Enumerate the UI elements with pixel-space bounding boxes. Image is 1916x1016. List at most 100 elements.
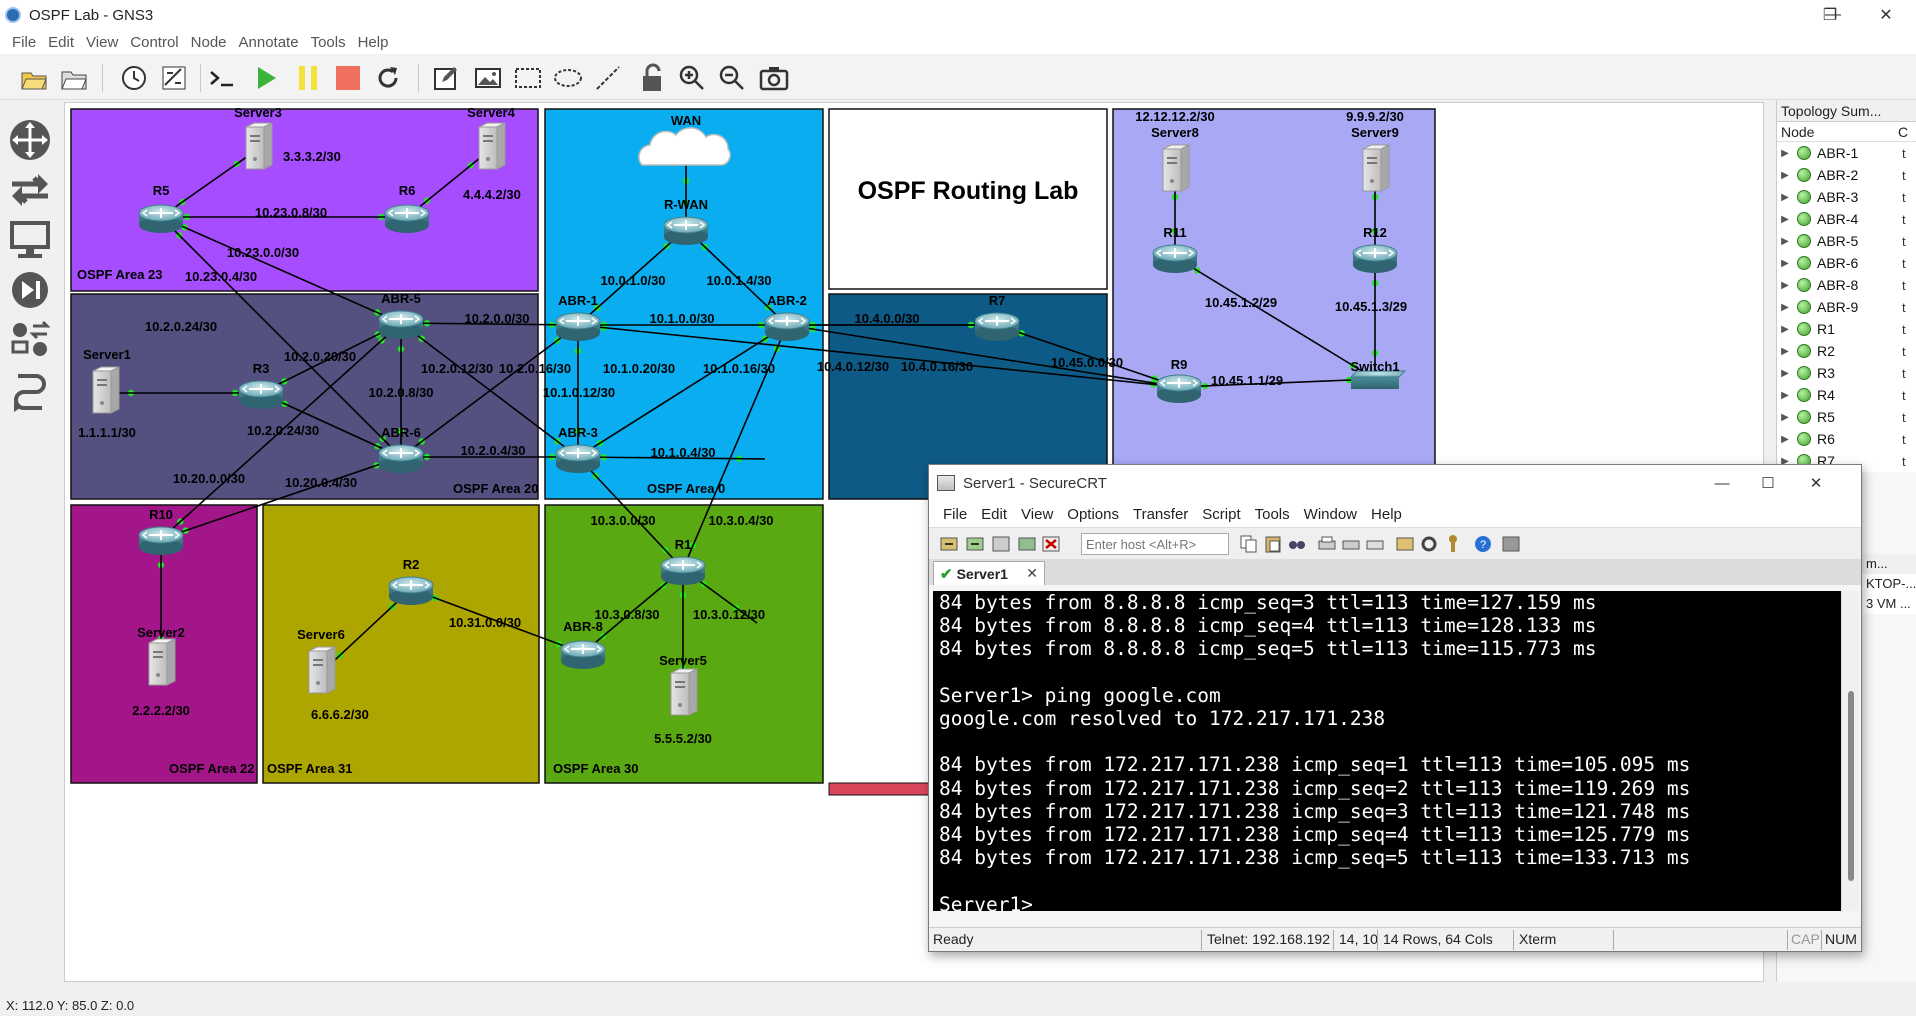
draw-line-icon[interactable] [592,62,624,94]
open-project-icon[interactable] [18,62,50,94]
summary-node-row[interactable]: ▶ ABR-3 t [1777,186,1916,208]
expand-arrow-icon[interactable]: ▶ [1777,434,1793,445]
quick-connect-icon[interactable] [965,534,985,554]
terminal-scrollbar[interactable] [1841,591,1859,911]
draw-rectangle-icon[interactable] [512,62,544,94]
expand-arrow-icon[interactable]: ▶ [1777,390,1793,401]
menu-tools[interactable]: Tools [311,34,346,51]
securecrt-menu-tools[interactable]: Tools [1255,506,1290,523]
host-input[interactable]: Enter host <Alt+R> [1081,533,1229,555]
all-devices-icon[interactable] [8,318,52,362]
summary-node-row[interactable]: ▶ R1 t [1777,318,1916,340]
expand-arrow-icon[interactable]: ▶ [1777,368,1793,379]
summary-node-row[interactable]: ▶ ABR-6 t [1777,252,1916,274]
node-abr5[interactable]: ABR-5 [378,291,424,339]
connect-in-tab-icon[interactable] [991,534,1011,554]
reconnect-icon[interactable] [1017,534,1037,554]
node-abr6[interactable]: ABR-6 [378,425,424,473]
expand-arrow-icon[interactable]: ▶ [1777,346,1793,357]
securecrt-maximize-button[interactable]: ☐ [1745,465,1791,501]
ospf-area-4[interactable]: OSPF Area 31 [262,504,540,784]
menu-view[interactable]: View [86,34,118,51]
end-devices-icon[interactable] [8,218,52,262]
start-all-icon[interactable] [250,62,282,94]
routers-icon[interactable] [8,118,52,162]
maximize-button[interactable]: ❐ [1802,0,1858,30]
global-options-icon[interactable] [1419,534,1439,554]
securecrt-menu-options[interactable]: Options [1067,506,1119,523]
expand-arrow-icon[interactable]: ▶ [1777,214,1793,225]
console-all-icon[interactable] [206,62,238,94]
zoom-in-icon[interactable] [676,62,708,94]
open-folder-icon[interactable] [58,62,90,94]
draw-ellipse-icon[interactable] [552,62,584,94]
screenshot-icon[interactable] [758,62,790,94]
summary-node-row[interactable]: ▶ ABR-1 t [1777,142,1916,164]
show-interfaces-icon[interactable] [158,62,190,94]
close-button[interactable]: ✕ [1858,0,1914,30]
node-abr2[interactable]: ABR-2 [764,293,810,341]
suspend-all-icon[interactable] [292,62,324,94]
tab-close-icon[interactable]: ✕ [1026,565,1038,582]
expand-arrow-icon[interactable]: ▶ [1777,302,1793,313]
summary-node-row[interactable]: ▶ ABR-4 t [1777,208,1916,230]
expand-arrow-icon[interactable]: ▶ [1777,280,1793,291]
snapshot-clock-icon[interactable] [118,62,150,94]
expand-arrow-icon[interactable]: ▶ [1777,236,1793,247]
lock-items-icon[interactable] [636,62,668,94]
node-abr1[interactable]: ABR-1 [555,293,601,341]
securecrt-menu-transfer[interactable]: Transfer [1133,506,1188,523]
summary-node-row[interactable]: ▶ R2 t [1777,340,1916,362]
lab-title-note[interactable]: OSPF Routing Lab [828,108,1108,290]
node-abr8[interactable]: ABR-8 [560,619,606,669]
menu-file[interactable]: File [12,34,36,51]
stop-all-icon[interactable] [332,62,364,94]
session-options-icon[interactable] [1395,534,1415,554]
summary-node-row[interactable]: ▶ R3 t [1777,362,1916,384]
paste-icon[interactable] [1263,534,1283,554]
switches-icon[interactable] [8,168,52,212]
summary-node-row[interactable]: ▶ ABR-8 t [1777,274,1916,296]
expand-arrow-icon[interactable]: ▶ [1777,192,1793,203]
expand-arrow-icon[interactable]: ▶ [1777,170,1793,181]
securecrt-menu-file[interactable]: File [943,506,967,523]
console-column-header[interactable]: C [1898,124,1912,139]
insert-image-icon[interactable] [472,62,504,94]
connect-icon[interactable] [939,534,959,554]
print-icon[interactable] [1317,534,1337,554]
expand-arrow-icon[interactable]: ▶ [1777,412,1793,423]
node-switch1[interactable]: Switch1 [1349,359,1407,389]
sftp-icon[interactable] [1501,534,1521,554]
securecrt-menu-view[interactable]: View [1021,506,1053,523]
menu-annotate[interactable]: Annotate [239,34,299,51]
print-setup-icon[interactable] [1365,534,1385,554]
zoom-out-icon[interactable] [716,62,748,94]
menu-node[interactable]: Node [191,34,227,51]
reload-all-icon[interactable] [372,62,404,94]
keymap-icon[interactable] [1443,534,1463,554]
node-abr3[interactable]: ABR-3 [555,425,601,473]
node-column-header[interactable]: Node [1781,124,1814,140]
securecrt-menu-window[interactable]: Window [1304,506,1357,523]
terminal-output[interactable]: 84 bytes from 8.8.8.8 icmp_seq=3 ttl=113… [933,591,1841,911]
add-note-icon[interactable] [430,62,462,94]
securecrt-menu-script[interactable]: Script [1202,506,1240,523]
find-icon[interactable] [1287,534,1307,554]
summary-node-row[interactable]: ▶ R6 t [1777,428,1916,450]
expand-arrow-icon[interactable]: ▶ [1777,258,1793,269]
terminal-scroll-thumb[interactable] [1848,691,1854,881]
menu-edit[interactable]: Edit [48,34,74,51]
menu-control[interactable]: Control [130,34,178,51]
tab-server1[interactable]: ✔ Server1 ✕ [933,561,1045,585]
print-selection-icon[interactable] [1341,534,1361,554]
expand-arrow-icon[interactable]: ▶ [1777,324,1793,335]
summary-node-row[interactable]: ▶ R5 t [1777,406,1916,428]
summary-node-row[interactable]: ▶ ABR-9 t [1777,296,1916,318]
menu-help[interactable]: Help [358,34,389,51]
disconnect-icon[interactable] [1041,534,1061,554]
summary-node-row[interactable]: ▶ ABR-5 t [1777,230,1916,252]
summary-node-row[interactable]: ▶ ABR-2 t [1777,164,1916,186]
securecrt-menu-edit[interactable]: Edit [981,506,1007,523]
help-icon[interactable]: ? [1473,534,1493,554]
securecrt-menu-help[interactable]: Help [1371,506,1402,523]
